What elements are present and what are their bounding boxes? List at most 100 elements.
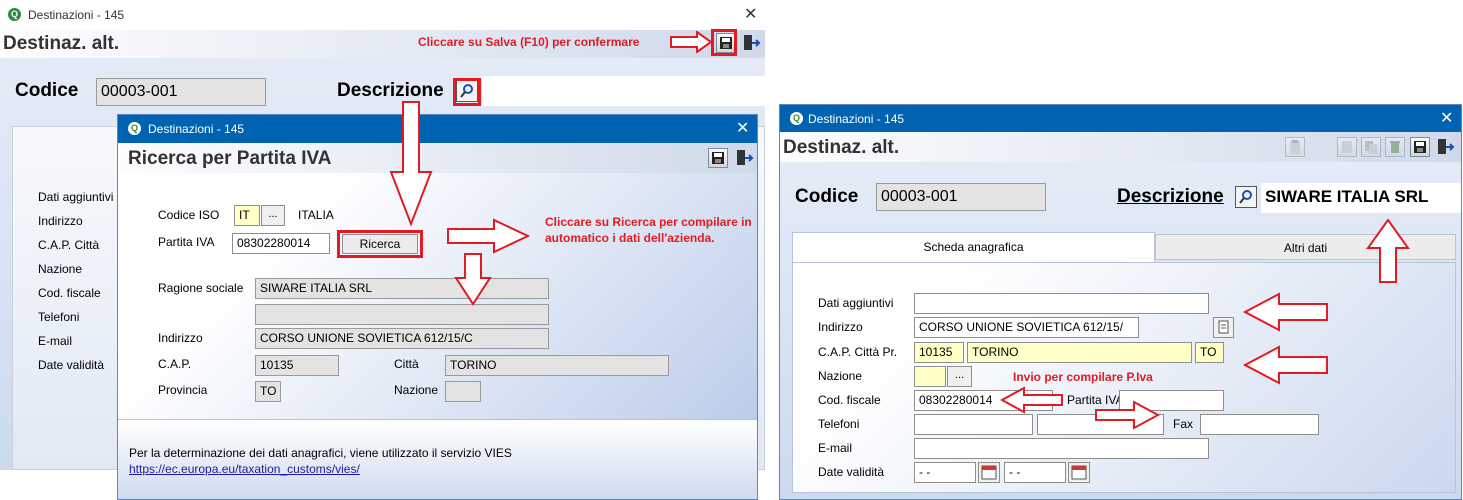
- highlight-save-box: [711, 29, 737, 56]
- left-title-bar: Q Destinazioni - 145 ✕: [0, 0, 765, 30]
- arrow-left-icon: [1243, 292, 1328, 332]
- dialog-page-title: Ricerca per Partita IVA: [128, 148, 332, 169]
- dati-aggiuntivi-label: Dati aggiuntivi: [38, 190, 114, 204]
- annotation-salva: Cliccare su Salva (F10) per confermare: [418, 35, 640, 49]
- r-date-validita-label: Date validità: [818, 465, 885, 479]
- ragione-sociale-label: Ragione sociale: [158, 281, 244, 295]
- vies-link[interactable]: https://ec.europa.eu/taxation_customs/vi…: [129, 462, 360, 476]
- right-header: Destinaz. alt.: [780, 132, 1461, 162]
- calendar-icon: [981, 465, 997, 480]
- window-title: Destinazioni - 145: [28, 8, 125, 22]
- arrow-left-icon: [1000, 386, 1063, 414]
- codice-iso-lookup-button[interactable]: ...: [261, 205, 285, 226]
- date-from-calendar-button[interactable]: [978, 462, 1000, 483]
- r-fax-field[interactable]: [1200, 414, 1319, 435]
- document-button[interactable]: [1337, 137, 1357, 157]
- right-descrizione-label: Descrizione: [1117, 186, 1224, 207]
- arrow-right-icon: [1095, 400, 1160, 430]
- r-citta-field[interactable]: TORINO: [967, 342, 1192, 363]
- highlight-search-box: [453, 78, 481, 106]
- r-cap-field[interactable]: 10135: [914, 342, 964, 363]
- r-cap-citta-label: C.A.P. Città Pr.: [818, 345, 898, 359]
- r-pr-field[interactable]: TO: [1195, 342, 1224, 363]
- right-search-button[interactable]: [1235, 186, 1257, 208]
- nazione-field[interactable]: [445, 381, 481, 402]
- r-email-field[interactable]: [914, 438, 1209, 459]
- right-exit-button[interactable]: [1435, 137, 1455, 157]
- r-nazione-lookup-button[interactable]: ...: [947, 366, 972, 387]
- dialog-title-bar: Q Destinazioni - 145 ✕: [118, 115, 757, 143]
- cap-field[interactable]: 10135: [255, 355, 339, 376]
- arrow-up-icon: [1366, 218, 1410, 283]
- email-label: E-mail: [38, 334, 73, 348]
- document-icon: [1342, 141, 1352, 153]
- dialog-exit-button[interactable]: [734, 148, 754, 168]
- exit-door-icon: [1438, 139, 1455, 154]
- ragione-sociale-field[interactable]: SIWARE ITALIA SRL: [255, 278, 549, 299]
- indirizzo-label: Indirizzo: [158, 331, 203, 345]
- citta-label: Città: [394, 357, 419, 371]
- app-logo-icon: Q: [8, 8, 21, 21]
- right-logo-icon: Q: [790, 112, 803, 125]
- dialog-header: Ricerca per Partita IVA: [118, 143, 757, 173]
- arrow-down-icon: [454, 253, 492, 306]
- r-dati-aggiuntivi-field[interactable]: [914, 293, 1209, 314]
- notes-button[interactable]: [1213, 317, 1234, 338]
- close-icon[interactable]: ✕: [744, 4, 757, 23]
- r-dati-aggiuntivi-label: Dati aggiuntivi: [818, 296, 894, 310]
- exit-button[interactable]: [741, 33, 761, 53]
- clipboard-button[interactable]: [1285, 137, 1305, 157]
- arrow-left-icon: [1243, 345, 1328, 385]
- dialog-logo-icon: Q: [128, 122, 141, 135]
- cod-fiscale-label: Cod. fiscale: [38, 286, 101, 300]
- exit-door-icon: [737, 150, 754, 165]
- nazione-label: Nazione: [38, 262, 83, 276]
- descrizione-field[interactable]: [482, 76, 765, 106]
- r-indirizzo-field[interactable]: CORSO UNIONE SOVIETICA 612/15/: [914, 317, 1139, 338]
- tab-altri-dati[interactable]: Altri dati: [1155, 234, 1456, 260]
- delete-button[interactable]: [1385, 137, 1405, 157]
- right-codice-label: Codice: [795, 186, 859, 207]
- codice-iso-label: Codice ISO: [158, 208, 220, 222]
- ragione-sociale-2-field[interactable]: [255, 304, 549, 325]
- right-title-bar: Q Destinazioni - 145 ✕: [780, 105, 1461, 132]
- provincia-label: Provincia: [158, 383, 208, 397]
- r-nazione-field[interactable]: [914, 366, 946, 387]
- provincia-field[interactable]: TO: [255, 381, 281, 402]
- page-title: Destinaz. alt.: [3, 33, 120, 54]
- tab-scheda-anagrafica[interactable]: Scheda anagrafica: [792, 232, 1155, 262]
- ricerca-dialog: Q Destinazioni - 145 ✕ Ricerca per Parti…: [117, 114, 758, 500]
- partita-iva-field[interactable]: 08302280014: [232, 233, 330, 254]
- annotation-invio: Invio per compilare P.Iva: [1013, 370, 1153, 384]
- indirizzo-field[interactable]: CORSO UNIONE SOVIETICA 612/15/C: [255, 328, 549, 349]
- r-indirizzo-label: Indirizzo: [818, 320, 863, 334]
- dialog-save-button[interactable]: [708, 148, 728, 168]
- date-validita-label: Date validità: [38, 358, 105, 372]
- right-window: Q Destinazioni - 145 ✕ Destinaz. alt. Co…: [779, 104, 1462, 500]
- right-close-icon[interactable]: ✕: [1440, 108, 1453, 127]
- partita-iva-label: Partita IVA: [158, 235, 215, 249]
- clipboard-icon: [1290, 140, 1300, 154]
- citta-field[interactable]: TORINO: [445, 355, 669, 376]
- nazione-label: Nazione: [394, 383, 439, 397]
- r-cod-fiscale-label: Cod. fiscale: [818, 393, 881, 407]
- codice-label: Codice: [15, 80, 79, 101]
- r-date-from-field[interactable]: - -: [914, 462, 976, 483]
- floppy-icon: [712, 152, 724, 164]
- notepad-icon: [1218, 320, 1229, 334]
- arrow-right-icon: [447, 218, 530, 254]
- codice-iso-field[interactable]: IT: [234, 205, 260, 226]
- codice-field[interactable]: 00003-001: [96, 78, 266, 106]
- right-descrizione-field[interactable]: SIWARE ITALIA SRL: [1261, 183, 1461, 213]
- r-telefono1-field[interactable]: [914, 414, 1033, 435]
- right-codice-field[interactable]: 00003-001: [876, 183, 1046, 211]
- r-nazione-label: Nazione: [818, 369, 863, 383]
- right-save-button[interactable]: [1410, 137, 1430, 157]
- date-to-calendar-button[interactable]: [1068, 462, 1090, 483]
- telefoni-label: Telefoni: [38, 310, 80, 324]
- copy-button[interactable]: [1361, 137, 1381, 157]
- right-page-title: Destinaz. alt.: [783, 137, 900, 158]
- dialog-close-icon[interactable]: ✕: [736, 118, 749, 137]
- ricerca-button[interactable]: Ricerca: [342, 234, 418, 254]
- r-date-to-field[interactable]: - -: [1004, 462, 1066, 483]
